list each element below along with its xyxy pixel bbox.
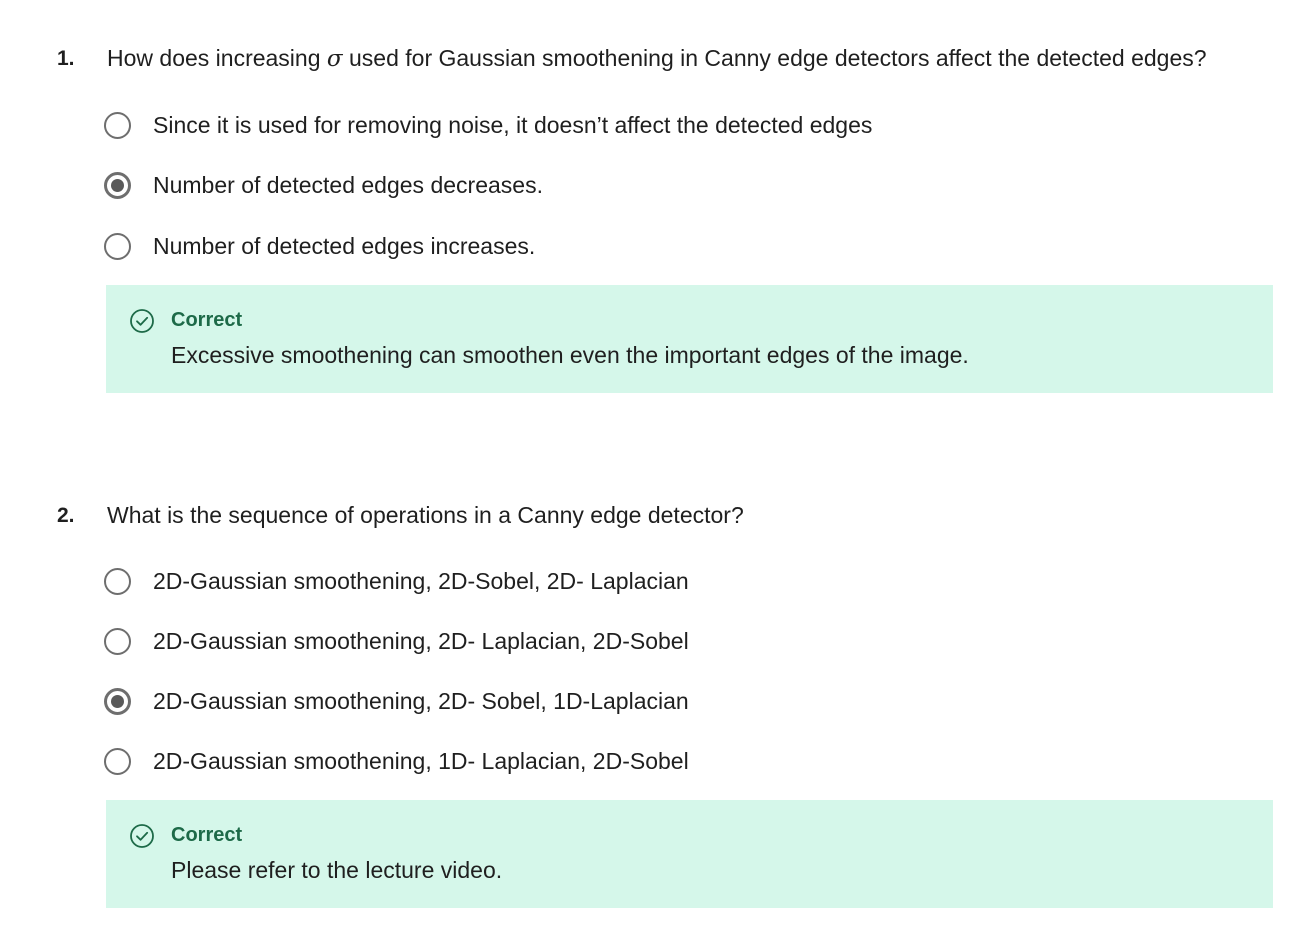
radio-button-selected[interactable]: [104, 171, 131, 199]
question-number: 2.: [57, 504, 75, 527]
feedback-box: Correct Excessive smoothening can smooth…: [106, 285, 1273, 393]
answer-option-selected[interactable]: 2D-Gaussian smoothening, 2D- Sobel, 1D-L…: [104, 684, 689, 718]
question-text: How does increasing σ used for Gaussian …: [107, 44, 1207, 73]
option-label: Number of detected edges decreases.: [153, 171, 543, 198]
radio-button[interactable]: [104, 567, 131, 595]
sigma-symbol: σ: [326, 46, 343, 72]
feedback-message: Excessive smoothening can smoothen even …: [171, 342, 969, 368]
feedback-status: Correct: [171, 824, 243, 846]
answer-option[interactable]: Number of detected edges increases.: [104, 229, 535, 263]
check-circle-icon: [130, 309, 154, 333]
option-label: 2D-Gaussian smoothening, 2D- Sobel, 1D-L…: [153, 687, 689, 714]
answer-option-selected[interactable]: Number of detected edges decreases.: [104, 168, 543, 202]
question-number: 1.: [57, 47, 75, 70]
radio-button[interactable]: [104, 111, 131, 139]
option-label: 2D-Gaussian smoothening, 2D-Sobel, 2D- L…: [153, 567, 689, 594]
radio-button[interactable]: [104, 232, 131, 260]
answer-option[interactable]: 2D-Gaussian smoothening, 1D- Laplacian, …: [104, 744, 689, 778]
option-label: Since it is used for removing noise, it …: [153, 111, 873, 138]
question-text: What is the sequence of operations in a …: [107, 502, 744, 528]
answer-option[interactable]: Since it is used for removing noise, it …: [104, 108, 872, 142]
feedback-status: Correct: [171, 309, 243, 331]
answer-option[interactable]: 2D-Gaussian smoothening, 2D- Laplacian, …: [104, 624, 689, 658]
option-label: 2D-Gaussian smoothening, 2D- Laplacian, …: [153, 627, 689, 654]
radio-button-selected[interactable]: [104, 687, 131, 715]
option-label: Number of detected edges increases.: [153, 232, 536, 259]
answer-option[interactable]: 2D-Gaussian smoothening, 2D-Sobel, 2D- L…: [104, 564, 689, 598]
radio-button[interactable]: [104, 747, 131, 775]
feedback-message: Please refer to the lecture video.: [171, 857, 503, 883]
check-circle-icon: [130, 824, 154, 848]
option-label: 2D-Gaussian smoothening, 1D- Laplacian, …: [153, 747, 689, 774]
feedback-box: Correct Please refer to the lecture vide…: [106, 800, 1273, 908]
question-text-after: used for Gaussian smoothening in Canny e…: [342, 45, 1207, 71]
question-text-before: How does increasing: [107, 45, 327, 71]
radio-button[interactable]: [104, 627, 131, 655]
